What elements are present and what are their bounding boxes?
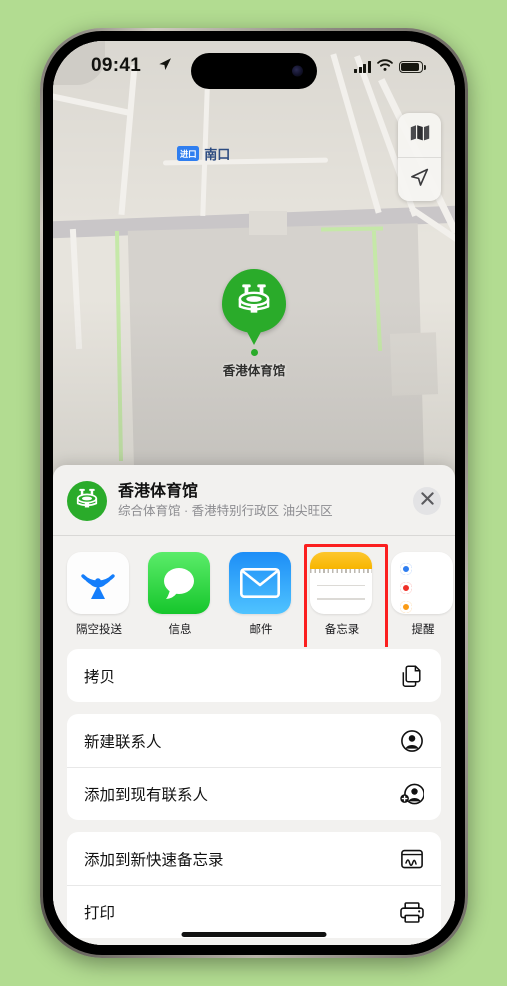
map-layers-icon xyxy=(410,124,430,146)
exit-badge: 进口 xyxy=(177,146,200,161)
action-group: 添加到新快速备忘录 打印 xyxy=(67,832,441,938)
map-pin-bubble[interactable] xyxy=(222,269,286,333)
map-locate-button[interactable] xyxy=(398,157,441,201)
place-title: 香港体育馆 xyxy=(118,483,199,501)
action-row-copy[interactable]: 拷贝 xyxy=(67,649,441,702)
map-block xyxy=(249,211,287,235)
stadium-icon xyxy=(75,488,99,514)
airdrop-icon xyxy=(67,552,129,614)
front-camera-icon xyxy=(292,65,303,77)
location-arrow-icon xyxy=(409,167,430,193)
location-arrow-icon xyxy=(158,57,172,76)
person-add-icon xyxy=(400,782,424,806)
exit-label-text: 南口 xyxy=(204,147,231,162)
action-row-new-quick-note[interactable]: 添加到新快速备忘录 xyxy=(67,832,441,885)
dynamic-island xyxy=(191,53,317,89)
reminders-icon xyxy=(391,552,453,614)
share-targets-row[interactable]: 隔空投送 信息 邮件 备忘录 提醒 xyxy=(53,536,455,647)
share-target-notes[interactable]: 备忘录 xyxy=(304,544,388,647)
messages-icon xyxy=(148,552,210,614)
copy-icon xyxy=(400,664,424,688)
share-target-label: 邮件 xyxy=(249,624,273,636)
close-button[interactable] xyxy=(413,487,441,515)
map-pin-anchor-dot xyxy=(250,349,258,356)
action-row-add-existing-contact[interactable]: 添加到现有联系人 xyxy=(67,767,441,820)
action-row-print[interactable]: 打印 xyxy=(67,885,441,938)
action-label: 打印 xyxy=(84,905,116,922)
action-label: 添加到现有联系人 xyxy=(84,787,209,804)
action-group: 拷贝 xyxy=(67,649,441,702)
share-target-label: 提醒 xyxy=(411,624,435,636)
close-icon xyxy=(420,492,434,510)
action-label: 添加到新快速备忘录 xyxy=(84,851,224,869)
quick-note-icon xyxy=(400,847,424,871)
printer-icon xyxy=(400,900,424,924)
map-block xyxy=(389,332,439,396)
place-info: 香港体育馆 综合体育馆 · 香港特别行政区 油尖旺区 xyxy=(118,482,413,519)
action-label: 拷贝 xyxy=(84,668,116,686)
share-target-label: 隔空投送 xyxy=(76,624,122,636)
wifi-icon xyxy=(377,58,393,76)
action-label: 新建联系人 xyxy=(84,733,162,751)
share-target-mail[interactable]: 邮件 xyxy=(229,552,293,637)
place-avatar xyxy=(67,481,107,521)
action-group: 新建联系人 添加到现有联系人 xyxy=(67,714,441,820)
map-exit-label: 进口 南口 xyxy=(177,144,230,163)
home-indicator[interactable] xyxy=(181,932,327,937)
share-actions-list: 拷贝 新建联系人 添加到现有联系人 添加到新快速备忘录 打印 xyxy=(53,647,455,938)
map-pin[interactable]: 香港体育馆 xyxy=(189,269,319,379)
status-time: 09:41 xyxy=(91,55,142,76)
status-indicators xyxy=(354,58,426,76)
notes-icon xyxy=(310,552,372,614)
share-target-label: 信息 xyxy=(168,624,192,636)
share-target-label: 备忘录 xyxy=(324,624,360,636)
share-target-reminders[interactable]: 提醒 xyxy=(391,552,455,637)
action-row-new-contact[interactable]: 新建联系人 xyxy=(67,714,441,767)
share-target-airdrop[interactable]: 隔空投送 xyxy=(67,552,131,637)
stadium-icon xyxy=(236,283,272,320)
place-subtitle: 综合体育馆 · 香港特别行政区 油尖旺区 xyxy=(118,504,333,519)
phone-screen: 进口 南口 香港体育馆 09:41 香港体育馆 综合体育馆 · 香港特别行政区 … xyxy=(53,41,455,945)
map-pin-label: 香港体育馆 xyxy=(222,364,286,378)
phone-bezel: 进口 南口 香港体育馆 09:41 香港体育馆 综合体育馆 · 香港特别行政区 … xyxy=(43,31,465,955)
battery-icon xyxy=(399,60,426,74)
cellular-bars-icon xyxy=(354,61,371,73)
share-sheet-header: 香港体育馆 综合体育馆 · 香港特别行政区 油尖旺区 xyxy=(53,465,455,535)
person-circle-icon xyxy=(400,729,424,753)
mail-icon xyxy=(229,552,291,614)
share-target-messages[interactable]: 信息 xyxy=(148,552,212,637)
share-sheet: 香港体育馆 综合体育馆 · 香港特别行政区 油尖旺区 隔空投送 信息 邮件 备忘… xyxy=(53,465,455,945)
phone-frame: 进口 南口 香港体育馆 09:41 香港体育馆 综合体育馆 · 香港特别行政区 … xyxy=(40,28,468,958)
map-controls[interactable] xyxy=(398,113,441,201)
map-layers-button[interactable] xyxy=(398,113,441,157)
